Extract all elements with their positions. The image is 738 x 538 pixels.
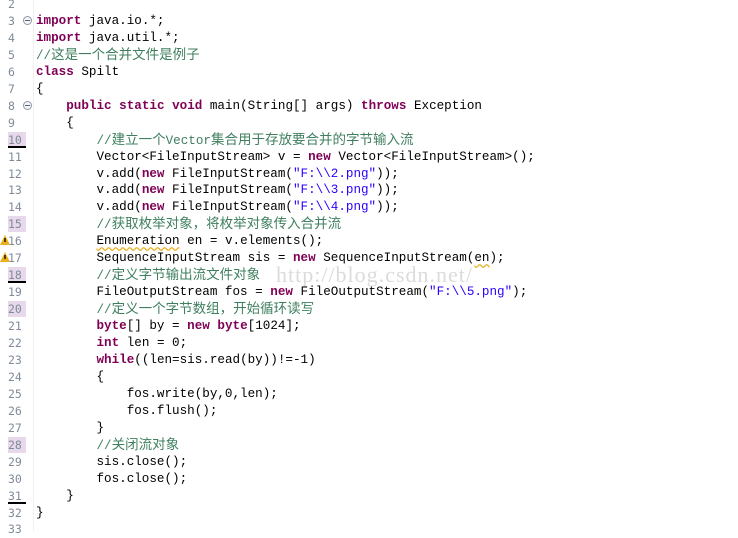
line-number: 18 [8, 267, 26, 284]
code-text: FileOutputStream fos = new FileOutputStr… [36, 285, 528, 300]
code-text: //获取枚举对象，将枚举对象传入合并流 [96, 216, 342, 233]
line-number: 20 [8, 301, 26, 318]
code-line[interactable]: 31 } [0, 488, 738, 505]
line-number: 29 [8, 454, 22, 469]
code-text: v.add(new FileInputStream("F:\\3.png")); [36, 183, 399, 198]
line-number: 12 [8, 166, 22, 181]
code-line[interactable]: 16 Enumeration en = v.elements(); [0, 233, 738, 250]
code-text: //关闭流对象 [96, 436, 180, 453]
line-number: 16 [8, 234, 22, 249]
code-line[interactable]: 24 { [0, 369, 738, 386]
line-number: 7 [8, 81, 15, 96]
code-line[interactable]: 22 int len = 0; [0, 335, 738, 352]
code-line[interactable]: 20 //定义一个字节数组，开始循环读写 [0, 301, 738, 318]
code-text: int len = 0; [96, 336, 188, 350]
line-number: 19 [8, 285, 22, 300]
code-text: { [36, 369, 105, 384]
code-text: v.add(new FileInputStream("F:\\4.png")); [36, 200, 399, 215]
code-text: //这是一个合并文件是例子 [36, 46, 200, 63]
warning-icon[interactable] [0, 252, 10, 263]
code-line[interactable]: 8 public static void main(String[] args)… [0, 98, 738, 115]
line-number: 24 [8, 369, 22, 384]
code-text: SequenceInputStream sis = new SequenceIn… [36, 251, 505, 266]
code-line[interactable]: 9 { [0, 115, 738, 132]
code-text: while((len=sis.read(by))!=-1) [96, 352, 316, 367]
code-line[interactable]: 18 //定义字节输出流文件对象 [0, 267, 738, 284]
code-text: sis.close(); [36, 454, 188, 469]
line-number: 21 [8, 319, 22, 334]
code-text: fos.flush(); [36, 403, 218, 418]
code-line[interactable]: 10 //建立一个Vector集合用于存放要合并的字节输入流 [0, 131, 738, 149]
line-number: 13 [8, 183, 22, 198]
code-line[interactable]: 3 import java.io.*; [0, 13, 738, 30]
code-text: { [36, 115, 74, 130]
line-number: 27 [8, 420, 22, 435]
code-text: //定义一个字节数组，开始循环读写 [96, 301, 315, 318]
code-text: //定义字节输出流文件对象 [96, 267, 261, 284]
code-text: fos.write(by,0,len); [36, 386, 278, 401]
code-line[interactable]: 27 } [0, 420, 738, 437]
code-line[interactable]: 25 fos.write(by,0,len); [0, 386, 738, 403]
code-line[interactable]: 21 byte[] by = new byte[1024]; [0, 318, 738, 335]
code-line[interactable]: 4 import java.util.*; [0, 30, 738, 47]
code-line[interactable]: 14 v.add(new FileInputStream("F:\\4.png"… [0, 199, 738, 216]
code-line[interactable]: 32} [0, 505, 738, 522]
code-line[interactable]: 13 v.add(new FileInputStream("F:\\3.png"… [0, 182, 738, 199]
line-number: 31 [8, 488, 26, 504]
code-line[interactable]: 23 while((len=sis.read(by))!=-1) [0, 352, 738, 369]
code-text: Vector<FileInputStream> v = new Vector<F… [36, 149, 535, 164]
code-text: import java.util.*; [36, 30, 180, 45]
code-line[interactable]: 17 SequenceInputStream sis = new Sequenc… [0, 250, 738, 267]
line-number: 15 [8, 216, 26, 233]
code-text: class Spilt [36, 64, 120, 79]
code-line[interactable]: 29 sis.close(); [0, 454, 738, 471]
code-text: } [36, 420, 105, 435]
fold-collapse-icon[interactable] [23, 15, 32, 25]
code-text: //建立一个Vector集合用于存放要合并的字节输入流 [96, 131, 414, 148]
code-line[interactable]: 19 FileOutputStream fos = new FileOutput… [0, 284, 738, 301]
line-number: 14 [8, 200, 22, 215]
code-text: } [36, 505, 44, 520]
code-editor[interactable]: 2 3 import java.io.*; 4 import java.util.*; 5… [0, 0, 738, 536]
code-line[interactable]: 30 fos.close(); [0, 471, 738, 488]
line-number: 22 [8, 336, 22, 350]
code-text: import java.io.*; [36, 13, 165, 28]
code-text: byte[] by = new byte[1024]; [96, 319, 301, 334]
code-line[interactable]: 15 //获取枚举对象，将枚举对象传入合并流 [0, 216, 738, 233]
line-number: 33 [8, 522, 22, 537]
fold-collapse-icon[interactable] [23, 100, 32, 110]
code-text: { [36, 81, 44, 96]
line-number: 2 [8, 0, 15, 11]
code-line[interactable]: 11 Vector<FileInputStream> v = new Vecto… [0, 149, 738, 166]
code-line[interactable]: 6 class Spilt [0, 64, 738, 81]
line-number: 26 [8, 403, 22, 418]
line-number: 28 [8, 436, 26, 453]
code-line[interactable]: 7{ [0, 81, 738, 98]
line-number: 17 [8, 251, 22, 266]
code-line[interactable]: 5 //这是一个合并文件是例子 [0, 47, 738, 64]
line-number: 30 [8, 471, 22, 486]
line-number: 23 [8, 352, 22, 367]
warning-icon[interactable] [0, 235, 10, 246]
code-line[interactable]: 33 [0, 521, 738, 538]
line-number: 9 [8, 115, 15, 130]
line-number: 5 [8, 47, 15, 62]
code-line[interactable]: 26 fos.flush(); [0, 403, 738, 420]
line-number: 25 [8, 386, 22, 401]
code-line[interactable]: 28 //关闭流对象 [0, 436, 738, 454]
line-number: 6 [8, 64, 15, 79]
code-text: public static void main(String[] args) t… [66, 98, 482, 113]
code-line[interactable]: 2 [0, 0, 738, 13]
line-number: 10 [8, 131, 26, 148]
code-text: } [36, 488, 74, 503]
line-number: 4 [8, 30, 15, 45]
line-number: 11 [8, 149, 22, 164]
line-number: 32 [8, 505, 22, 520]
code-text: Enumeration en = v.elements(); [96, 234, 324, 249]
code-text: fos.close(); [36, 471, 188, 486]
code-text: v.add(new FileInputStream("F:\\2.png")); [36, 166, 399, 181]
code-line[interactable]: 12 v.add(new FileInputStream("F:\\2.png"… [0, 166, 738, 183]
